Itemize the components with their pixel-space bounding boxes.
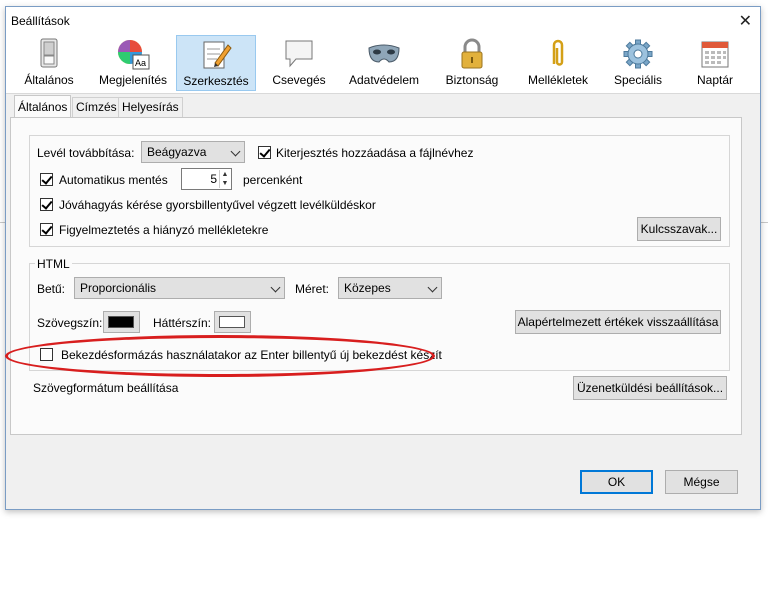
calendar-icon bbox=[701, 41, 729, 68]
paragraph-format-label: Bekezdésformázás használatakor az Enter … bbox=[61, 348, 442, 362]
toolbar-chat[interactable]: Csevegés bbox=[268, 35, 330, 91]
font-select[interactable]: Proporcionális bbox=[74, 277, 285, 299]
chevron-down-icon bbox=[230, 146, 241, 157]
toolbar-label: Megjelenítés bbox=[98, 73, 168, 87]
keywords-button[interactable]: Kulcsszavak... bbox=[637, 217, 721, 241]
missing-attachment-checkbox[interactable] bbox=[40, 223, 53, 236]
edit-notepad-icon bbox=[203, 41, 232, 69]
autosave-label: Automatikus mentés bbox=[59, 173, 168, 187]
padlock-icon bbox=[461, 38, 483, 69]
toolbar-label: Szerkesztés bbox=[183, 74, 249, 88]
bg-color-button[interactable] bbox=[214, 311, 251, 333]
toolbar-privacy[interactable]: Adatvédelem bbox=[344, 35, 424, 91]
toolbar-calendar[interactable]: Naptár bbox=[688, 35, 742, 91]
bg-color-swatch bbox=[219, 316, 245, 328]
add-extension-checkbox[interactable] bbox=[258, 146, 271, 159]
forward-mode-value: Beágyazva bbox=[147, 145, 207, 159]
text-color-label: Szövegszín: bbox=[37, 316, 103, 330]
paperclip-icon bbox=[552, 39, 564, 66]
forward-mode-select[interactable]: Beágyazva bbox=[141, 141, 245, 163]
confirm-shortcut-checkbox[interactable] bbox=[40, 198, 53, 211]
category-toolbar: Általános Aa Megjelenítés Szerkesztés Cs… bbox=[6, 33, 760, 94]
chat-bubble-icon bbox=[285, 40, 313, 68]
font-label: Betű: bbox=[37, 282, 66, 296]
autosave-unit-label: percenként bbox=[243, 173, 303, 187]
ok-button[interactable]: OK bbox=[580, 470, 653, 494]
switch-icon bbox=[40, 38, 58, 68]
tab-addressing[interactable]: Címzés bbox=[72, 97, 121, 117]
toolbar-advanced[interactable]: Speciális bbox=[606, 35, 670, 91]
toolbar-label: Biztonság bbox=[445, 73, 499, 87]
missing-attachment-label: Figyelmeztetés a hiányzó mellékletekre bbox=[59, 223, 269, 237]
window-title: Beállítások bbox=[11, 14, 70, 28]
toolbar-label: Adatvédelem bbox=[348, 73, 420, 87]
toolbar-label: Általános bbox=[24, 73, 74, 87]
toolbar-label: Speciális bbox=[613, 73, 663, 87]
autosave-minutes-value: 5 bbox=[210, 172, 217, 186]
gear-icon bbox=[623, 39, 653, 69]
size-select[interactable]: Közepes bbox=[338, 277, 442, 299]
color-palette-icon: Aa bbox=[118, 40, 150, 70]
toolbar-security[interactable]: Biztonság bbox=[438, 35, 506, 91]
toolbar-label: Csevegés bbox=[272, 73, 326, 87]
size-label: Méret: bbox=[295, 282, 330, 296]
chevron-down-icon bbox=[427, 282, 438, 293]
font-value: Proporcionális bbox=[80, 281, 157, 295]
toolbar-editing[interactable]: Szerkesztés bbox=[176, 35, 256, 91]
title-bar: Beállítások ✕ bbox=[6, 7, 760, 33]
html-group-label: HTML bbox=[35, 257, 72, 271]
mask-icon bbox=[368, 44, 400, 63]
text-color-swatch bbox=[108, 316, 134, 328]
cancel-button[interactable]: Mégse bbox=[665, 470, 738, 494]
text-color-button[interactable] bbox=[103, 311, 140, 333]
background-divider bbox=[761, 222, 768, 223]
chevron-down-icon bbox=[270, 282, 281, 293]
toolbar-label: Naptár bbox=[696, 73, 734, 87]
stepper-down-icon[interactable]: ▼ bbox=[219, 179, 230, 188]
sending-options-button[interactable]: Üzenetküldési beállítások... bbox=[573, 376, 727, 400]
svg-text:Aa: Aa bbox=[135, 58, 146, 68]
tab-spelling[interactable]: Helyesírás bbox=[118, 97, 183, 117]
close-icon[interactable]: ✕ bbox=[739, 11, 752, 31]
autosave-minutes-stepper[interactable]: 5 ▲ ▼ bbox=[181, 168, 232, 190]
confirm-shortcut-label: Jóváhagyás kérése gyorsbillentyűvel végz… bbox=[59, 198, 376, 212]
forward-label: Levél továbbítása: bbox=[37, 146, 135, 160]
paragraph-format-checkbox[interactable] bbox=[40, 348, 53, 361]
text-format-label: Szövegformátum beállítása bbox=[33, 381, 179, 395]
tab-general[interactable]: Általános bbox=[14, 95, 72, 118]
toolbar-general[interactable]: Általános bbox=[18, 35, 80, 91]
add-extension-label: Kiterjesztés hozzáadása a fájlnévhez bbox=[276, 146, 474, 160]
toolbar-label: Mellékletek bbox=[527, 73, 589, 87]
autosave-checkbox[interactable] bbox=[40, 173, 53, 186]
restore-defaults-button[interactable]: Alapértelmezett értékek visszaállítása bbox=[515, 310, 721, 334]
toolbar-appearance[interactable]: Aa Megjelenítés bbox=[94, 35, 172, 91]
stepper-up-icon[interactable]: ▲ bbox=[219, 170, 230, 179]
bg-color-label: Háttérszín: bbox=[153, 316, 212, 330]
size-value: Közepes bbox=[344, 281, 391, 295]
toolbar-attachments[interactable]: Mellékletek bbox=[518, 35, 598, 91]
